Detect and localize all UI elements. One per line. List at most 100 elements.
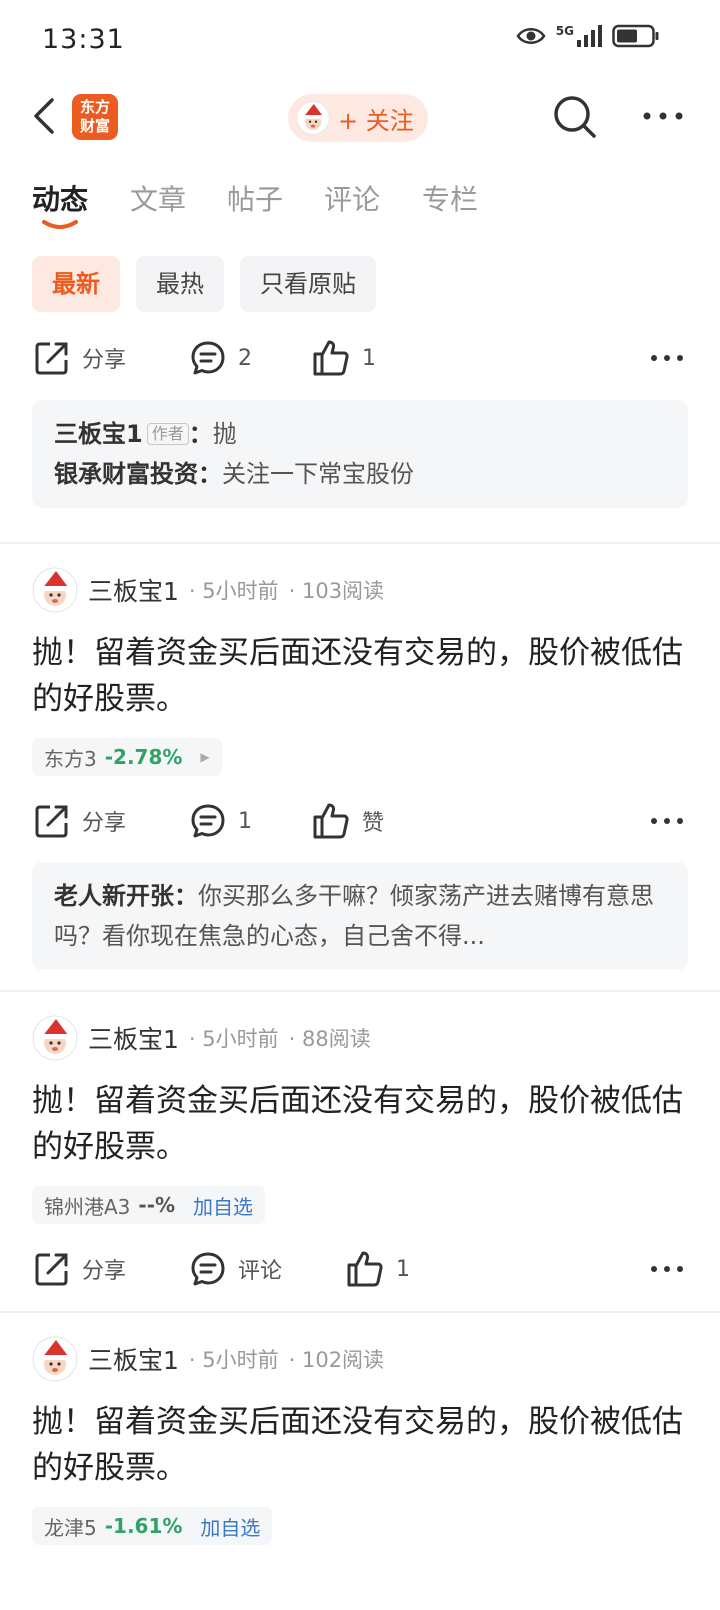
post-header: 三板宝1 · 5小时前 · 103阅读: [32, 565, 688, 615]
status-bar: 13:31 5G: [0, 0, 720, 84]
like-count: 1: [396, 1256, 410, 1282]
stock-name: 东方3: [44, 746, 97, 771]
top-bar: 东方 财富 + 关注: [0, 84, 720, 150]
like-button[interactable]: 1: [312, 333, 376, 383]
share-label: 分享: [82, 811, 127, 836]
post-header: 三板宝1 · 5小时前 · 102阅读: [32, 1334, 688, 1384]
stock-change: -1.61%: [104, 1514, 183, 1538]
post-more-icon[interactable]: [650, 1254, 684, 1284]
username[interactable]: 三板宝1: [88, 1020, 179, 1056]
comment-icon: [191, 341, 225, 375]
thumbs-up-icon: [347, 1251, 383, 1287]
stock-change: --%: [138, 1193, 176, 1217]
network-type: 5G: [555, 24, 574, 38]
comment-author: 银承财富投资: [54, 460, 198, 488]
post-actions: 分享 2 1: [0, 333, 720, 383]
post-time: · 5小时前: [188, 579, 279, 603]
stock-name: 龙津5: [44, 1515, 97, 1540]
comment-text: 关注一下常宝股份: [222, 460, 414, 488]
user-avatar[interactable]: [32, 1015, 78, 1061]
follow-label: + 关注: [338, 106, 414, 135]
username[interactable]: 三板宝1: [88, 572, 179, 608]
comment-line: 老人新开张：你买那么多干嘛？倾家荡产进去赌博有意思吗？看你现在焦急的心态，自己舍…: [54, 876, 666, 956]
signal-icon: [577, 25, 602, 47]
read-count: · 88阅读: [288, 1027, 371, 1051]
post-text[interactable]: 抛！留着资金买后面还没有交易的，股价被低估的好股票。: [32, 1078, 688, 1170]
comment-separator: ：: [198, 460, 222, 488]
back-arrow-icon[interactable]: [28, 96, 62, 136]
filter-latest[interactable]: 最新: [32, 256, 120, 312]
share-label: 分享: [82, 1259, 127, 1284]
like-button[interactable]: 赞: [312, 796, 384, 846]
comment-count: 2: [238, 345, 252, 371]
app-logo: 东方 财富: [72, 94, 118, 140]
status-time: 13:31: [42, 24, 125, 55]
search-icon[interactable]: [552, 94, 598, 140]
more-options-icon[interactable]: [642, 104, 684, 128]
divider: [0, 990, 720, 992]
comment-button[interactable]: 1: [190, 796, 252, 846]
tab-active-indicator: [42, 220, 78, 229]
share-button[interactable]: 分享: [34, 1244, 126, 1294]
tab-bar: 动态 文章 帖子 评论 专栏: [0, 172, 720, 242]
user-avatar[interactable]: [32, 1336, 78, 1382]
comment-button[interactable]: 2: [190, 333, 252, 383]
post-more-icon[interactable]: [650, 806, 684, 836]
comment-label: 评论: [238, 1259, 283, 1284]
add-watchlist-link[interactable]: 加自选: [193, 1191, 253, 1220]
post-actions: 分享 1 赞: [0, 796, 720, 846]
follow-button[interactable]: + 关注: [288, 94, 428, 142]
like-button[interactable]: 1: [346, 1244, 410, 1294]
comment-button[interactable]: 评论: [190, 1244, 282, 1294]
caret-right-icon: ▶: [200, 750, 210, 764]
stock-tag[interactable]: 龙津5 -1.61% 加自选: [32, 1507, 273, 1545]
comment-line: 三板宝1 作者 ：抛: [54, 414, 666, 454]
comment-separator: ：: [174, 882, 198, 910]
username[interactable]: 三板宝1: [88, 1341, 179, 1377]
post-actions: 分享 评论 1: [0, 1244, 720, 1294]
stock-tag[interactable]: 东方3 -2.78% ▶: [32, 738, 222, 776]
share-button[interactable]: 分享: [34, 333, 126, 383]
tab-activity[interactable]: 动态: [32, 178, 88, 218]
post-text[interactable]: 抛！留着资金买后面还没有交易的，股价被低估的好股票。: [32, 1399, 688, 1491]
logo-line-1: 东方: [79, 98, 110, 116]
share-button[interactable]: 分享: [34, 796, 126, 846]
share-icon: [35, 1253, 68, 1286]
comment-line: 银承财富投资：关注一下常宝股份: [54, 454, 666, 494]
share-icon: [35, 805, 68, 838]
comment-text: 抛: [212, 420, 237, 448]
post-header: 三板宝1 · 5小时前 · 88阅读: [32, 1013, 688, 1063]
eye-icon: [516, 28, 546, 44]
tab-posts[interactable]: 帖子: [227, 178, 283, 218]
share-label: 分享: [82, 348, 127, 373]
comment-author: 三板宝1: [54, 420, 143, 448]
comment-count: 1: [238, 808, 252, 834]
read-count: · 103阅读: [288, 579, 385, 603]
filter-hot[interactable]: 最热: [136, 256, 224, 312]
post-text[interactable]: 抛！留着资金买后面还没有交易的，股价被低估的好股票。: [32, 630, 688, 722]
divider: [0, 542, 720, 544]
add-watchlist-link[interactable]: 加自选: [200, 1512, 260, 1541]
tab-columns[interactable]: 专栏: [422, 178, 478, 218]
filter-bar: 最新 最热 只看原贴: [32, 256, 376, 312]
comment-icon: [191, 1252, 225, 1286]
post-time: · 5小时前: [188, 1348, 279, 1372]
thumbs-up-icon: [313, 340, 349, 376]
comment-preview[interactable]: 三板宝1 作者 ：抛 银承财富投资：关注一下常宝股份: [32, 400, 688, 508]
user-avatar[interactable]: [32, 567, 78, 613]
post-more-icon[interactable]: [650, 343, 684, 373]
tab-articles[interactable]: 文章: [130, 178, 186, 218]
logo-line-2: 财富: [79, 117, 110, 135]
comment-preview[interactable]: 老人新开张：你买那么多干嘛？倾家荡产进去赌博有意思吗？看你现在焦急的心态，自己舍…: [32, 862, 688, 970]
tab-comments[interactable]: 评论: [324, 178, 380, 218]
author-tag: 作者: [146, 423, 189, 445]
stock-tag[interactable]: 锦州港A3 --% 加自选: [32, 1186, 266, 1224]
status-icons: 5G: [516, 24, 660, 48]
share-icon: [35, 342, 68, 375]
filter-original-only[interactable]: 只看原贴: [240, 256, 376, 312]
comment-separator: ：: [188, 420, 213, 448]
divider: [0, 1311, 720, 1313]
thumbs-up-icon: [313, 803, 349, 839]
user-avatar: [296, 101, 330, 135]
comment-author: 老人新开张: [54, 882, 174, 910]
